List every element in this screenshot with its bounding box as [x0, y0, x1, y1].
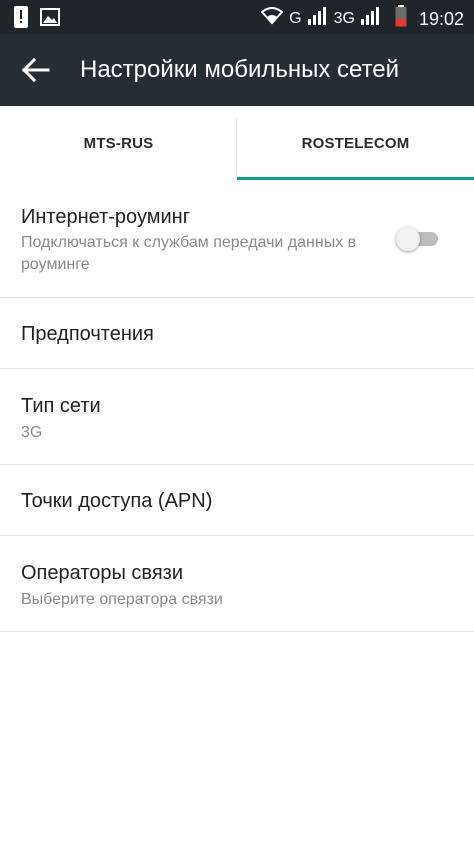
item-title: Точки доступа (APN): [21, 490, 213, 512]
app-bar: Настройки мобильных сетей: [0, 34, 474, 106]
tab-label: ROSTELECOM: [301, 134, 410, 152]
toggle-thumb: [396, 227, 420, 251]
alert-icon: [14, 6, 28, 33]
item-title: Тип сети: [21, 395, 101, 417]
tab-rostelecom[interactable]: ROSTELECOM: [237, 106, 474, 180]
item-subtitle: Выберите оператора связи: [21, 591, 223, 608]
tab-divider: [236, 118, 237, 174]
item-title: Интернет-роуминг: [21, 206, 190, 228]
item-title: Операторы связи: [21, 562, 184, 584]
clock: 19:02: [418, 8, 464, 29]
back-arrow-icon[interactable]: [20, 56, 52, 84]
signal-icon-2: [360, 7, 381, 30]
signal-icon: [307, 7, 328, 30]
list-item-operators[interactable]: Операторы связи Выберите оператора связи: [0, 536, 474, 632]
status-bar: G 3G 19:02: [0, 0, 474, 34]
network-3g-label: 3G: [333, 9, 355, 27]
battery-icon: [395, 5, 407, 32]
sim-tabs: MTS-RUS ROSTELECOM: [0, 106, 474, 180]
item-title: Предпочтения: [21, 323, 154, 345]
network-g-label: G: [289, 9, 302, 27]
tab-label: MTS-RUS: [83, 134, 154, 152]
wifi-icon: [260, 7, 284, 30]
settings-list: Интернет-роуминг Подключаться к службам …: [0, 180, 474, 632]
roaming-toggle[interactable]: [396, 227, 442, 251]
list-item-data-roaming[interactable]: Интернет-роуминг Подключаться к службам …: [0, 180, 474, 298]
list-item-network-type[interactable]: Тип сети 3G: [0, 369, 474, 465]
item-subtitle: 3G: [21, 424, 43, 441]
list-item-preferences[interactable]: Предпочтения: [0, 298, 474, 369]
page-title: Настройки мобильных сетей: [80, 56, 400, 83]
tab-mts-rus[interactable]: MTS-RUS: [0, 106, 237, 180]
list-item-apn[interactable]: Точки доступа (APN): [0, 465, 474, 536]
item-subtitle: Подключаться к службам передачи данных в…: [21, 234, 357, 273]
image-notification-icon: [40, 8, 60, 31]
